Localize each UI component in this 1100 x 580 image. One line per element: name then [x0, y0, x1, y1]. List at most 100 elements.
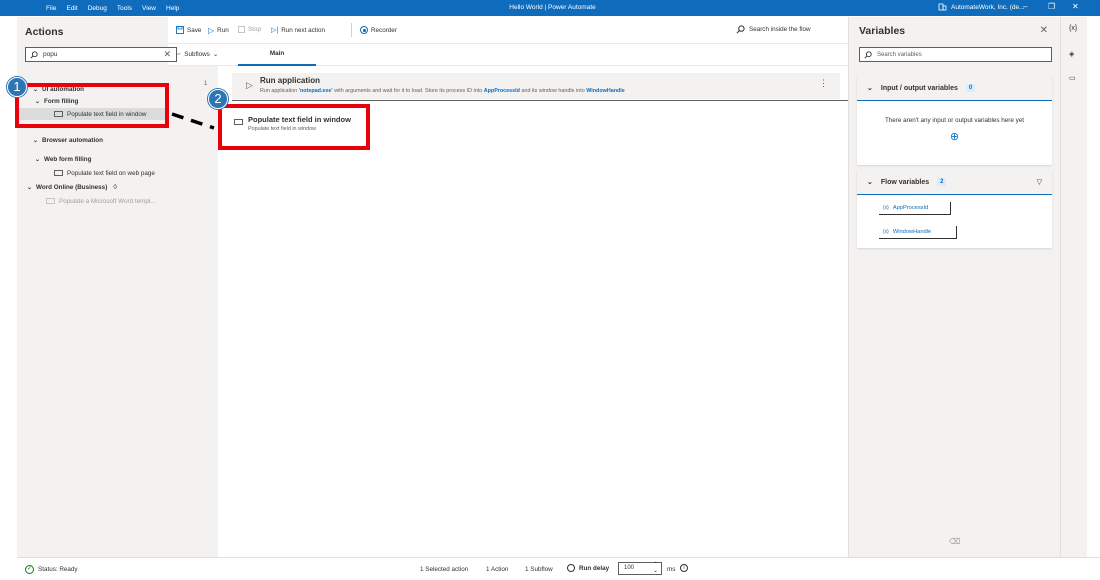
step-title: Run application [260, 76, 320, 85]
menu-view[interactable]: View [142, 5, 156, 12]
run-next-label: Run next action [281, 26, 325, 34]
run-delay-unit: ms [667, 566, 676, 573]
search-flow-input[interactable]: Search inside the flow [736, 25, 811, 34]
tree-item-label: Populate a Microsoft Word templ... [59, 197, 156, 205]
chevron-down-icon: ⌄ [33, 137, 39, 144]
flow-variables-title: Flow variables [880, 178, 930, 186]
menu-edit[interactable]: Edit [66, 5, 77, 12]
variable-token: WindowHandle [586, 88, 625, 94]
actions-search-input[interactable]: popu ✕ [25, 47, 177, 62]
word-template-icon [46, 198, 55, 204]
side-rail: {x} ◈ ▭ [1060, 17, 1087, 557]
flow-step-run-application[interactable]: ▷ Run application Run application 'notep… [232, 73, 840, 99]
tree-group-web-form-filling[interactable]: ⌄ Web form filling [35, 153, 92, 165]
search-icon [864, 50, 872, 59]
tree-group-label: Web form filling [44, 155, 92, 163]
actions-search-value: popu [43, 51, 58, 58]
menu-help[interactable]: Help [166, 5, 179, 12]
tree-group-label: Word Online (Business) [36, 183, 108, 191]
minimize-icon[interactable]: – [1023, 2, 1027, 11]
tree-group-label: Browser automation [42, 136, 103, 144]
selected-count: 1 Selected action [420, 566, 469, 573]
drag-arrow [171, 112, 215, 130]
close-window-icon[interactable]: ✕ [1072, 2, 1079, 11]
subflow-tabs: ∽ Subflows ⌄ Main [168, 44, 848, 66]
info-icon[interactable]: i [680, 564, 688, 572]
flow-variables-header[interactable]: ⌄ Flow variables 2 ▽ [857, 170, 1052, 195]
check-circle-icon: ✓ [25, 565, 34, 574]
variable-chip[interactable]: {x} WindowHandle [879, 226, 957, 239]
step-number: 1 [204, 81, 208, 87]
drop-insertion-line [232, 100, 848, 101]
images-icon[interactable]: ▭ [1069, 74, 1076, 82]
menu-tools[interactable]: Tools [117, 5, 132, 12]
organization-icon [938, 3, 947, 11]
variables-icon[interactable]: {x} [1069, 25, 1077, 32]
desc-app: 'notepad.exe' [298, 88, 333, 94]
variable-icon: {x} [883, 205, 889, 211]
spinner-arrows-icon[interactable]: ⌃ ⌄ [653, 562, 658, 574]
tree-group-browser-automation[interactable]: ⌄ Browser automation [33, 134, 103, 146]
highlight-box-1 [15, 83, 169, 128]
io-variables-header[interactable]: ⌄ Input / output variables 0 [857, 76, 1052, 101]
run-button[interactable]: ▷ Run [208, 26, 229, 35]
save-button[interactable]: Save [176, 26, 201, 34]
tree-item-populate-text-field-web[interactable]: Populate text field on web page [54, 167, 155, 179]
subflow-count: 1 Subflow [525, 566, 553, 573]
search-flow-label: Search inside the flow [749, 26, 811, 33]
eraser-icon[interactable]: ⌫ [949, 537, 960, 546]
play-icon: ▷ [246, 80, 253, 90]
search-icon [736, 25, 745, 34]
flow-variables-count: 2 [937, 178, 947, 186]
action-count: 1 Action [486, 566, 509, 573]
search-icon [30, 50, 38, 59]
desc-text: Run application [260, 88, 299, 94]
chevron-down-icon: ⌄ [867, 85, 873, 92]
tree-group-word-online[interactable]: ⌄ Word Online (Business) ♢ [27, 181, 118, 193]
line-number-gutter [168, 66, 218, 557]
close-icon[interactable]: ✕ [1040, 25, 1048, 36]
variable-token: AppProcessId [483, 88, 520, 94]
variable-icon: {x} [883, 229, 889, 235]
ui-elements-icon[interactable]: ◈ [1069, 50, 1074, 58]
menu-bar: File Edit Debug Tools View Help [46, 5, 179, 12]
search-variables-placeholder: Search variables [877, 51, 922, 58]
premium-icon: ♢ [112, 183, 118, 191]
account-menu[interactable]: AutomateWork, Inc. (de... [938, 3, 1025, 11]
io-variables-card: ⌄ Input / output variables 0 There aren'… [857, 76, 1052, 165]
chevron-down-icon: ⌄ [212, 51, 219, 58]
status-bar: ✓ Status: Ready 1 Selected action 1 Acti… [17, 557, 1100, 580]
variable-chip[interactable]: {x} AppProcessId [879, 202, 951, 215]
window-title: Hello World | Power Automate [509, 4, 596, 11]
menu-debug[interactable]: Debug [88, 5, 107, 12]
chevron-down-icon: ⌄ [35, 156, 41, 163]
chevron-down-icon: ⌄ [27, 184, 33, 191]
chevron-down-icon: ⌄ [867, 179, 873, 186]
io-empty-message: There aren't any input or output variabl… [884, 117, 1025, 124]
save-icon [176, 26, 184, 34]
edge-strip [1087, 17, 1100, 557]
restore-icon[interactable]: ❐ [1048, 2, 1055, 11]
save-label: Save [187, 26, 202, 34]
variable-name: AppProcessId [892, 205, 929, 211]
more-options-icon[interactable]: ⋮ [819, 78, 828, 89]
tree-item-label: Populate text field on web page [67, 169, 155, 177]
tree-item-populate-word-template[interactable]: Populate a Microsoft Word templ... [46, 195, 155, 207]
actions-title: Actions [25, 26, 64, 38]
run-next-action-button[interactable]: ▷| Run next action [271, 26, 325, 35]
search-variables-input[interactable]: Search variables [859, 47, 1052, 62]
text-field-icon [54, 170, 63, 176]
step-icon: ▷| [271, 27, 279, 34]
variables-pane: Variables ✕ Search variables ⌄ Input / o… [848, 17, 1060, 557]
stop-button[interactable]: Stop [238, 26, 261, 33]
menu-file[interactable]: File [46, 5, 56, 12]
status-text: Status: Ready [38, 566, 78, 573]
play-icon: ▷ [208, 26, 215, 35]
run-delay: Run delay [567, 564, 609, 572]
subflows-dropdown[interactable]: ∽ Subflows ⌄ [176, 51, 218, 58]
tab-main[interactable]: Main [238, 44, 316, 66]
recorder-button[interactable]: Recorder [360, 26, 397, 34]
variable-name: WindowHandle [892, 229, 932, 235]
filter-icon[interactable]: ▽ [1037, 178, 1042, 186]
add-variable-icon[interactable]: ⊕ [857, 130, 1052, 143]
